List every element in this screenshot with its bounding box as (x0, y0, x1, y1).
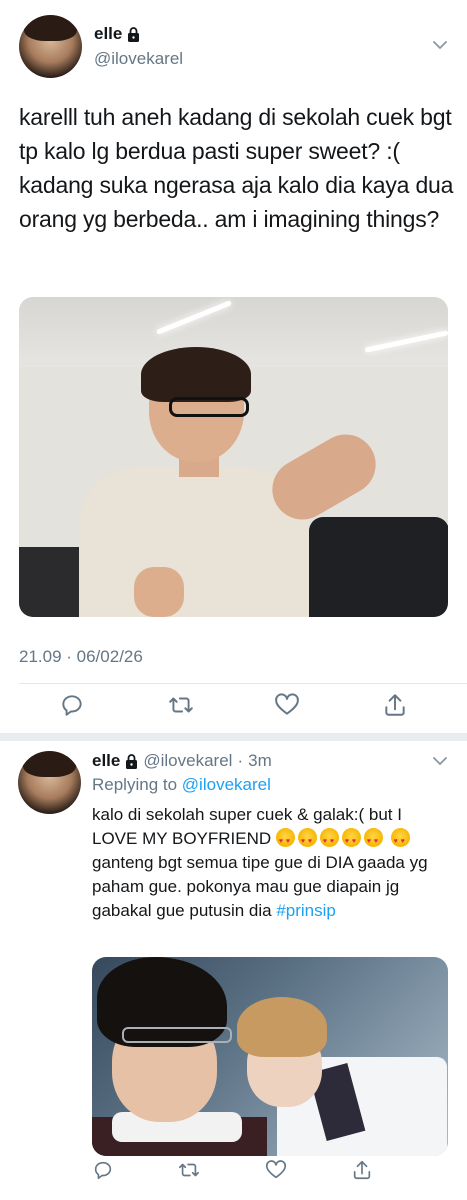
reply-icon[interactable] (59, 692, 85, 718)
replying-prefix: Replying to (92, 775, 178, 794)
retweet-icon[interactable] (178, 1159, 200, 1181)
heart-icon[interactable] (274, 692, 300, 718)
share-icon[interactable] (351, 1159, 373, 1181)
emoji-heart-eyes-icon (275, 828, 295, 854)
photo-chair (309, 517, 448, 617)
time-separator: · (237, 751, 244, 770)
emoji-heart-eyes-icon (363, 828, 383, 854)
tweet-text: karelll tuh aneh kadang di sekolah cuek … (19, 104, 454, 232)
divider (19, 683, 467, 684)
tweet-actions (0, 692, 467, 722)
retweet-icon[interactable] (168, 692, 194, 718)
hashtag-link[interactable]: #prinsip (276, 901, 336, 920)
chevron-down-icon[interactable] (431, 38, 449, 52)
emoji-heart-eyes-icon (297, 828, 317, 854)
tweet-time[interactable]: 3m (248, 751, 272, 771)
avatar[interactable] (18, 751, 81, 814)
handle[interactable]: @ilovekarel (143, 751, 232, 771)
photo-glasses (169, 397, 249, 417)
heart-icon[interactable] (265, 1159, 287, 1181)
reply-text-part2: ganteng bgt semua tipe gue di DIA gaada … (92, 853, 428, 920)
photo-person-hair (141, 347, 251, 402)
display-name[interactable]: elle (94, 24, 122, 44)
replying-to-link[interactable]: @ilovekarel (182, 775, 271, 794)
author-name-row: elle (94, 24, 140, 44)
chevron-down-icon[interactable] (431, 754, 449, 768)
reply-icon[interactable] (92, 1159, 114, 1181)
reply-header: elle @ilovekarel · 3m (92, 751, 272, 771)
emoji-heart-eyes-icon (341, 828, 361, 854)
thread-separator (0, 733, 467, 741)
display-name[interactable]: elle (92, 751, 120, 771)
photo-glasses (122, 1027, 232, 1043)
avatar[interactable] (19, 15, 82, 78)
reply-photo[interactable] (92, 957, 448, 1156)
handle[interactable]: @ilovekarel (94, 49, 183, 69)
emoji-heart-eyes-icon (319, 828, 339, 854)
tweet-timestamp[interactable]: 21.09 · 06/02/26 (19, 647, 143, 667)
tweet-photo[interactable] (19, 297, 448, 617)
emoji-heart-eyes-icon (390, 828, 410, 854)
lock-icon (125, 753, 138, 769)
share-icon[interactable] (382, 692, 408, 718)
lock-icon (127, 26, 140, 42)
reply-tweet[interactable]: elle @ilovekarel · 3m Replying to @ilove… (0, 741, 467, 1200)
photo-person-hair (237, 997, 327, 1057)
replying-to: Replying to @ilovekarel (92, 775, 271, 795)
reply-actions (0, 1159, 467, 1189)
photo-hand (134, 567, 184, 617)
photo-cabinet (19, 547, 79, 617)
reply-text: kalo di sekolah super cuek & galak:( but… (92, 803, 437, 923)
